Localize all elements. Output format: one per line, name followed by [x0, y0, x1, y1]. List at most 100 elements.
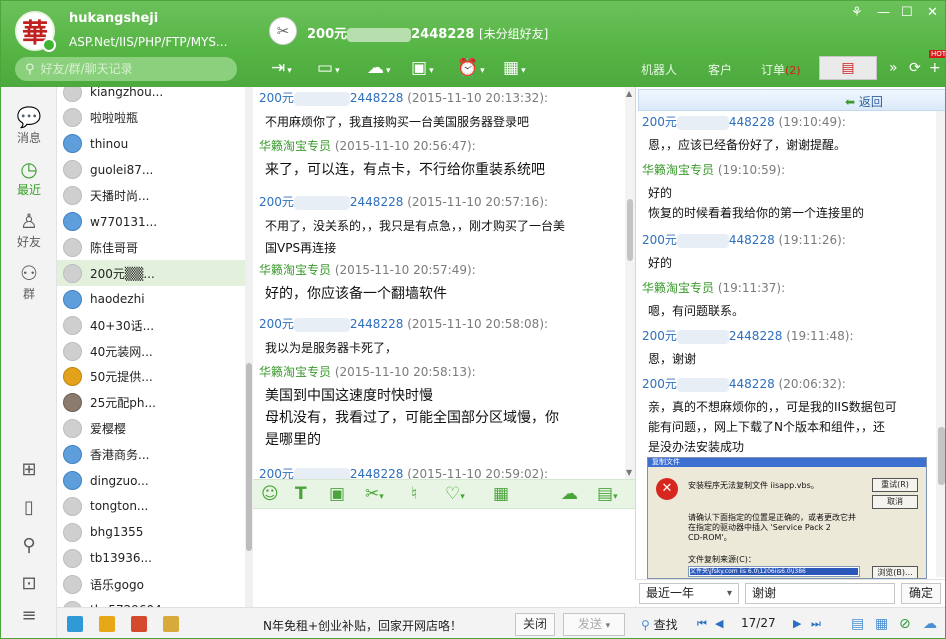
tab-calendar[interactable]: ▤	[819, 56, 877, 80]
font-button[interactable]: T	[295, 484, 307, 504]
ad-banner-text[interactable]: N年免租+创业补贴，回家开网店咯！	[263, 617, 462, 634]
contact-item[interactable]: haodezhi	[57, 286, 245, 312]
confirm-button[interactable]: 确定	[901, 583, 941, 604]
chat-record-button[interactable]: ▤▾	[597, 484, 618, 504]
search-input[interactable]	[40, 62, 221, 76]
nav-friends[interactable]: ♙ 好友	[1, 209, 57, 250]
maximize-button[interactable]: ☐	[901, 5, 913, 20]
export-button[interactable]: ▤	[851, 616, 864, 632]
chat-add-button[interactable]: ☁ ▾	[367, 57, 391, 79]
contact-item[interactable]: guolei87...	[57, 157, 245, 183]
contact-item[interactable]: 50元提供...	[57, 364, 245, 390]
prev-page-button[interactable]: ◀	[715, 617, 723, 630]
more-tabs-button[interactable]: »	[889, 57, 898, 79]
first-page-button[interactable]: ⏮	[697, 617, 707, 631]
user-name[interactable]: hukangsheji	[69, 11, 158, 26]
search-box[interactable]: ⚲	[15, 57, 237, 81]
contact-item[interactable]: tb_5729604...	[57, 597, 245, 607]
sender-name[interactable]: 200元 448228	[642, 377, 775, 392]
remote-desktop-button[interactable]: ▣ ▾	[411, 57, 434, 79]
folder-icon[interactable]	[99, 616, 115, 632]
cloud-button[interactable]: ☁	[923, 616, 937, 632]
add-tab-button[interactable]: +	[929, 57, 941, 79]
nav-groups[interactable]: ⚇ 群	[1, 261, 57, 302]
contact-item[interactable]: 啦啦啦瓶	[57, 105, 245, 131]
video-call-button[interactable]: ▭ ▾	[317, 57, 340, 79]
shop-icon[interactable]	[131, 616, 147, 632]
more-apps-button[interactable]: ▦	[493, 484, 509, 504]
tab-order[interactable]: 订单(2)	[761, 61, 801, 78]
chat-scrollbar[interactable]: ▲ ▼	[625, 87, 635, 479]
quick-reply-button[interactable]: ☁	[561, 484, 578, 504]
delete-button[interactable]: ⊘	[899, 616, 911, 632]
contact-item[interactable]: w770131...	[57, 209, 245, 235]
image-button[interactable]: ▣	[329, 484, 345, 504]
sender-name[interactable]: 200元 2448228	[259, 467, 403, 479]
sender-name[interactable]: 华籁淘宝专员	[259, 263, 331, 277]
sender-name[interactable]: 200元 448228	[642, 233, 775, 248]
contact-item[interactable]: 爱樱樱	[57, 416, 245, 442]
next-page-button[interactable]: ▶	[793, 617, 801, 630]
contact-item[interactable]: dingzuo...	[57, 468, 245, 494]
contact-list-scrollbar[interactable]	[245, 87, 253, 607]
scrollbar-thumb[interactable]	[938, 427, 945, 485]
message-input[interactable]	[253, 509, 635, 607]
contact-item[interactable]: 200元▒▒...	[57, 260, 245, 287]
shake-button[interactable]: ♮	[411, 484, 417, 504]
skin-button[interactable]: ⚘	[851, 5, 863, 20]
sender-name[interactable]: 华籁淘宝专员	[642, 281, 714, 295]
contact-item[interactable]: kiangzhou...	[57, 87, 245, 105]
time-range-select[interactable]: 最近一年 ▾	[639, 583, 739, 604]
screenshot-button[interactable]: ✂▾	[365, 484, 384, 504]
contact-item[interactable]: 25元配ph...	[57, 390, 245, 416]
contact-item[interactable]: tongton...	[57, 493, 245, 519]
nav-messages[interactable]: 💬 消息	[1, 105, 57, 146]
inbox-button[interactable]: ⊡	[1, 573, 57, 594]
tab-robot[interactable]: 机器人	[641, 61, 677, 78]
sender-name[interactable]: 200元 2448228	[259, 317, 403, 332]
contacts-manager-button[interactable]: ⚲	[1, 535, 57, 556]
main-menu-button[interactable]: ≡	[1, 605, 57, 626]
history-search-input[interactable]: 谢谢	[745, 583, 895, 604]
sender-name[interactable]: 华籁淘宝专员	[259, 139, 331, 153]
peer-avatar[interactable]: ✂	[269, 17, 297, 45]
contact-item[interactable]: 天播时尚...	[57, 183, 245, 209]
send-button[interactable]: 发送 ▾	[563, 613, 625, 636]
sender-name[interactable]: 200元 2448228	[259, 195, 403, 210]
mall-icon[interactable]	[67, 616, 83, 632]
tab-customer[interactable]: 客户	[708, 61, 732, 78]
back-button[interactable]: ⬅ 返回	[638, 89, 945, 111]
contact-item[interactable]: 陈佳哥哥	[57, 234, 245, 260]
share-screen-button[interactable]: ⇥ ▾	[271, 57, 292, 79]
error-dialog-screenshot[interactable]: 复制文件 ✕ 安装程序无法复制文件 iisapp.vbs。 重试(R) 取消 请…	[647, 457, 927, 579]
refresh-button[interactable]: ⟳	[909, 57, 921, 79]
phone-button[interactable]: ▯	[1, 497, 57, 518]
close-chat-button[interactable]: 关闭	[515, 613, 555, 636]
scrollbar-thumb[interactable]	[246, 363, 252, 551]
contact-item[interactable]: 40元装网...	[57, 338, 245, 364]
sell-icon[interactable]	[163, 616, 179, 632]
sender-name[interactable]: 华籁淘宝专员	[259, 365, 331, 379]
nav-recent[interactable]: ◷ 最近	[1, 157, 57, 198]
alarm-button[interactable]: ⏰ ▾	[457, 57, 485, 79]
contact-item[interactable]: tb13936...	[57, 545, 245, 571]
sender-name[interactable]: 200元 2448228	[259, 91, 403, 106]
sender-name[interactable]: 200元 2448228	[642, 329, 782, 344]
minimize-button[interactable]: —	[877, 5, 890, 20]
apps-grid-button[interactable]: ⊞	[1, 459, 57, 480]
scroll-up-icon[interactable]: ▲	[626, 89, 632, 98]
emoji-button[interactable]: ☺	[261, 484, 279, 504]
app-button[interactable]: ▦ ▾	[503, 57, 526, 79]
user-signature[interactable]: ASP.Net/IIS/PHP/FTP/MYS...	[69, 35, 227, 49]
contact-item[interactable]: 语乐gogo	[57, 571, 245, 597]
contact-item[interactable]: bhg1355	[57, 519, 245, 545]
contact-item[interactable]: 40+30话...	[57, 312, 245, 338]
contact-item[interactable]: thinou	[57, 131, 245, 157]
history-scrollbar[interactable]	[936, 111, 945, 577]
peer-name[interactable]: 200元 2448228 [未分组好友]	[307, 23, 548, 42]
scroll-down-icon[interactable]: ▼	[626, 468, 632, 477]
user-avatar[interactable]: 華	[15, 11, 56, 52]
scrollbar-thumb[interactable]	[627, 199, 633, 261]
manage-button[interactable]: ▦	[875, 616, 888, 632]
sender-name[interactable]: 200元 448228	[642, 115, 775, 130]
